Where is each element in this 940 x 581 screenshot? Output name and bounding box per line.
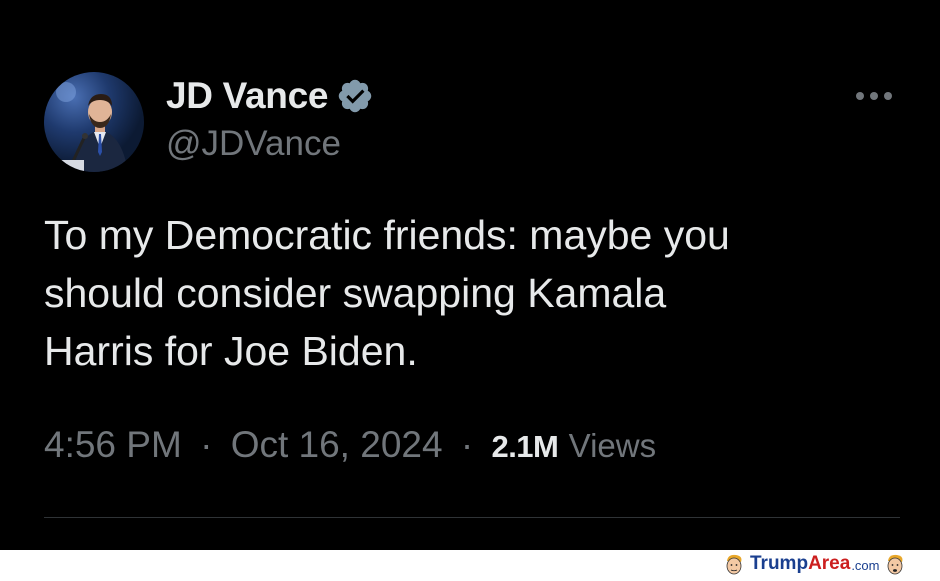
views-label: Views <box>568 427 657 464</box>
author-handle[interactable]: @JDVance <box>166 124 341 164</box>
meta-separator: · <box>200 424 213 465</box>
cartoon-face-icon <box>724 553 744 575</box>
views-count[interactable]: 2.1M <box>491 429 558 464</box>
divider <box>44 517 900 518</box>
meta-separator: · <box>460 424 474 465</box>
tweet-text: To my Democratic friends: maybe you shou… <box>44 212 730 374</box>
tweet-meta: 4:56 PM · Oct 16, 2024 · 2.1M Views <box>44 424 656 466</box>
tweet-time[interactable]: 4:56 PM <box>44 424 182 465</box>
watermark-domain-suffix: .com <box>851 558 880 573</box>
tweet-date[interactable]: Oct 16, 2024 <box>231 424 443 465</box>
author-display-name[interactable]: JD Vance <box>166 75 328 117</box>
verified-badge-icon <box>336 77 374 115</box>
watermark-brand-part2: Area <box>808 553 851 574</box>
watermark-logo: Trump Area .com <box>724 553 905 575</box>
author-name-row: JD Vance <box>166 72 374 120</box>
avatar[interactable] <box>44 72 144 172</box>
watermark-bar: Trump Area .com <box>0 550 940 576</box>
tweet-card: JD Vance @JDVance To my Democratic frien… <box>0 0 940 550</box>
more-horizontal-icon[interactable] <box>852 82 896 110</box>
cartoon-face-icon <box>885 553 905 575</box>
watermark-brand-part1: Trump <box>750 553 809 574</box>
